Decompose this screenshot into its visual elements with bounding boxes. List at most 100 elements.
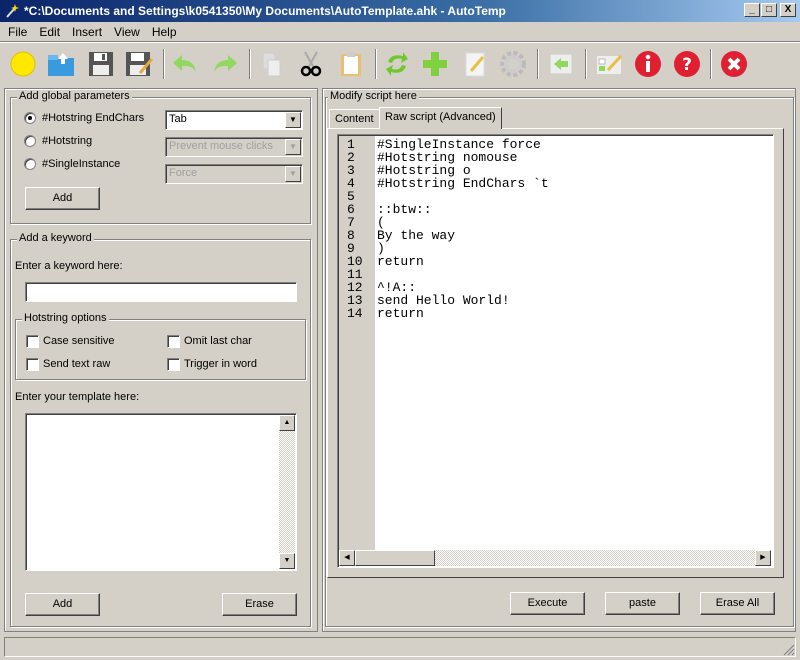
paste-button[interactable] <box>334 47 368 81</box>
checklist-icon <box>597 54 623 74</box>
refresh-button[interactable] <box>380 47 414 81</box>
script-editor[interactable]: 1 2 3 4 5 6 7 8 9 10 11 12 13 14 #SingleInstance forc… <box>337 134 774 568</box>
scroll-right-icon[interactable]: ▶ <box>755 550 771 566</box>
save-icon <box>89 52 113 76</box>
line-number: 2 <box>347 150 355 165</box>
line-number: 5 <box>347 189 355 204</box>
paste-script-button[interactable]: paste <box>605 592 680 615</box>
toolbar-separator <box>163 49 165 79</box>
template-textarea[interactable]: ▲ ▼ <box>25 413 297 571</box>
keyword-input[interactable] <box>25 282 297 302</box>
radio-singleinstance-label: #SingleInstance <box>42 158 121 170</box>
refresh-icon <box>386 52 408 76</box>
template-vscrollbar[interactable]: ▲ ▼ <box>279 415 295 569</box>
undo-button[interactable] <box>168 47 202 81</box>
radio-singleinstance[interactable] <box>24 158 36 170</box>
menu-edit[interactable]: Edit <box>33 25 66 39</box>
code-area[interactable]: #SingleInstance force #Hotstring nomouse #… <box>377 138 549 320</box>
tab-raw-script[interactable]: Raw script (Advanced) <box>379 107 502 129</box>
line-number: 3 <box>347 163 355 178</box>
menu-view[interactable]: View <box>108 25 146 39</box>
omit-last-char-label: Omit last char <box>184 335 252 347</box>
send-text-raw-checkbox[interactable] <box>26 358 39 371</box>
new-icon <box>10 51 36 77</box>
menu-insert[interactable]: Insert <box>66 25 108 39</box>
line-number: 4 <box>347 176 355 191</box>
save-as-button[interactable] <box>122 47 156 81</box>
modify-script-group: Modify script here Content Raw script (A… <box>325 90 794 627</box>
code-line: #Hotstring EndChars `t <box>377 176 549 191</box>
scroll-down-icon[interactable]: ▼ <box>279 553 295 569</box>
scroll-up-icon[interactable]: ▲ <box>279 415 295 431</box>
omit-last-char-checkbox[interactable] <box>167 335 180 348</box>
copy-icon <box>262 52 281 77</box>
chevron-down-icon[interactable]: ▼ <box>285 112 301 128</box>
toolbar-separator <box>585 49 587 79</box>
menu-help[interactable]: Help <box>146 25 183 39</box>
add-icon <box>423 52 447 76</box>
open-icon <box>48 53 74 76</box>
title-bar[interactable]: *C:\Documents and Settings\k0541350\My D… <box>0 0 800 22</box>
toolbar-separator <box>537 49 539 79</box>
singleinstance-combo: Force ▼ <box>165 164 303 184</box>
scroll-left-icon[interactable]: ◀ <box>339 550 355 566</box>
edit-icon <box>465 52 485 77</box>
chevron-down-icon: ▼ <box>285 166 301 182</box>
new-button[interactable] <box>6 47 40 81</box>
tab-content[interactable]: Content <box>329 109 380 129</box>
redo-icon <box>214 55 237 72</box>
exit-button[interactable] <box>717 47 751 81</box>
raw-script-panel: 1 2 3 4 5 6 7 8 9 10 11 12 13 14 #SingleInstance forc… <box>327 128 784 578</box>
minimize-icon: _ <box>749 4 755 15</box>
open-button[interactable] <box>44 47 78 81</box>
menu-bar: File Edit Insert View Help <box>0 22 800 41</box>
line-number: 14 <box>347 306 363 321</box>
menu-file[interactable]: File <box>2 25 33 39</box>
hscroll-thumb[interactable] <box>355 550 435 566</box>
code-line: return <box>377 306 424 321</box>
edit-button[interactable] <box>458 47 492 81</box>
svg-text:?: ? <box>682 55 692 75</box>
toolbar: ? <box>0 43 800 85</box>
settings-icon <box>500 51 526 77</box>
window-title: *C:\Documents and Settings\k0541350\My D… <box>24 4 506 18</box>
add-keyword-button[interactable]: Add <box>25 593 100 616</box>
help-icon: ? <box>674 51 700 77</box>
settings-button[interactable] <box>496 47 530 81</box>
minimize-button[interactable]: _ <box>744 3 760 17</box>
close-button[interactable]: X <box>780 3 796 17</box>
cut-button[interactable] <box>294 47 328 81</box>
trigger-in-word-checkbox[interactable] <box>167 358 180 371</box>
editor-hscrollbar[interactable]: ◀ ▶ <box>339 550 771 566</box>
add-keyword-title: Add a keyword <box>17 232 94 244</box>
endchars-combo-value: Tab <box>169 113 187 125</box>
help-button[interactable]: ? <box>670 47 704 81</box>
line-number-gutter: 1 2 3 4 5 6 7 8 9 10 11 12 13 14 <box>339 136 375 551</box>
redo-button[interactable] <box>208 47 242 81</box>
insert-button[interactable] <box>544 47 578 81</box>
radio-hotstring[interactable] <box>24 135 36 147</box>
add-global-param-button[interactable]: Add <box>25 187 100 210</box>
add-button[interactable] <box>418 47 452 81</box>
endchars-combo[interactable]: Tab ▼ <box>165 110 303 130</box>
options-button[interactable] <box>592 47 626 81</box>
resize-grip-icon[interactable] <box>783 644 795 656</box>
paste-icon <box>341 52 361 76</box>
singleinstance-combo-value: Force <box>169 167 198 179</box>
template-label: Enter your template here: <box>15 391 140 403</box>
radio-hotstring-endchars[interactable] <box>24 112 36 124</box>
save-as-icon <box>126 52 154 76</box>
save-button[interactable] <box>84 47 118 81</box>
insert-icon <box>549 53 573 75</box>
maximize-icon: □ <box>765 4 773 15</box>
execute-button[interactable]: Execute <box>510 592 585 615</box>
maximize-button[interactable]: □ <box>761 3 777 17</box>
case-sensitive-checkbox[interactable] <box>26 335 39 348</box>
erase-button[interactable]: Erase <box>222 593 297 616</box>
copy-button[interactable] <box>254 47 288 81</box>
modify-script-title: Modify script here <box>328 90 419 102</box>
erase-all-button[interactable]: Erase All <box>700 592 775 615</box>
toolbar-separator <box>249 49 251 79</box>
info-button[interactable] <box>631 47 665 81</box>
info-icon <box>635 51 661 77</box>
